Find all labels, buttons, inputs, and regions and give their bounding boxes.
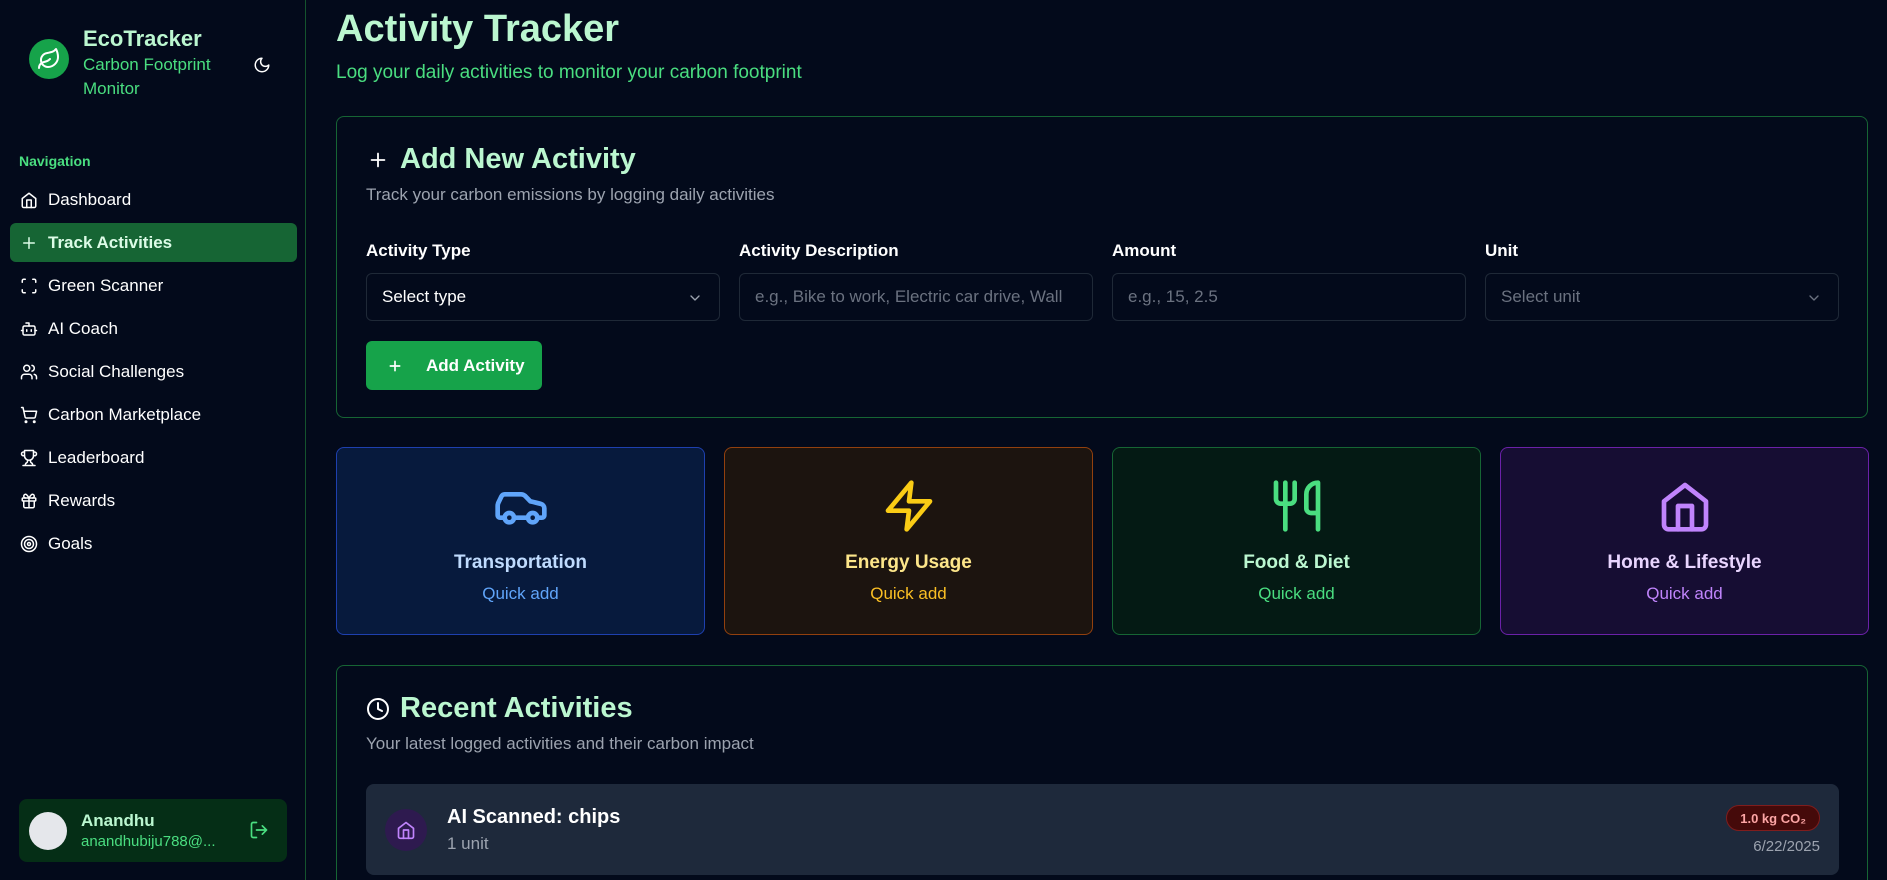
quick-add-subtitle: Quick add <box>482 584 559 603</box>
utensils-icon <box>1269 478 1325 534</box>
page-title: Activity Tracker <box>336 8 620 50</box>
unit-select[interactable]: Select unit <box>1485 273 1839 321</box>
user-card: Anandhu anandhubiju788@... <box>19 799 287 862</box>
quick-add-subtitle: Quick add <box>870 584 947 603</box>
quick-add-subtitle: Quick add <box>1646 584 1723 603</box>
user-email: anandhubiju788@... <box>81 832 216 850</box>
plus-icon <box>19 233 39 253</box>
home-icon <box>385 809 427 851</box>
sidebar-item-label: Carbon Marketplace <box>48 404 202 424</box>
sidebar-item-label: Social Challenges <box>48 361 185 381</box>
activity-amount: 1 unit <box>447 834 489 853</box>
activity-description-placeholder: e.g., Bike to work, Electric car drive, … <box>755 287 1063 306</box>
quick-add-title: Energy Usage <box>845 552 972 573</box>
plus-icon <box>366 148 390 172</box>
list-item[interactable]: AI Scanned: chips 1 unit 1.0 kg CO₂ 6/22… <box>366 784 1839 875</box>
activity-title: AI Scanned: chips <box>447 806 621 828</box>
quick-add-title: Home & Lifestyle <box>1607 552 1762 573</box>
add-activity-title: Add New Activity <box>366 143 636 176</box>
activity-type-field: Activity Type Select type <box>366 241 720 321</box>
home-icon <box>1657 478 1713 534</box>
unit-placeholder: Select unit <box>1501 287 1581 306</box>
recent-activities-title: Recent Activities <box>366 692 633 725</box>
activity-description-field: Activity Description e.g., Bike to work,… <box>739 241 1093 321</box>
chevron-down-icon <box>690 295 700 301</box>
bot-icon <box>19 319 39 339</box>
avatar <box>29 811 67 850</box>
chevron-down-icon <box>1809 295 1819 301</box>
sidebar-item-dashboard[interactable]: Dashboard <box>10 180 297 219</box>
activity-type-select[interactable]: Select type <box>366 273 720 321</box>
activity-description-label: Activity Description <box>739 241 899 260</box>
sidebar-item-label: Green Scanner <box>48 275 164 295</box>
sidebar-item-label: AI Coach <box>48 318 118 338</box>
add-activity-description: Track your carbon emissions by logging d… <box>366 185 775 204</box>
nav-heading: Navigation <box>19 153 91 169</box>
recent-activities-title-text: Recent Activities <box>400 692 633 724</box>
sidebar-item-ai-coach[interactable]: AI Coach <box>10 309 297 348</box>
quick-add-energy-usage[interactable]: Energy Usage Quick add <box>724 447 1093 635</box>
add-activity-card: Add New Activity Track your carbon emiss… <box>336 116 1868 418</box>
add-activity-button[interactable]: Add Activity <box>366 341 542 390</box>
zap-icon <box>881 478 937 534</box>
clock-icon <box>366 697 390 721</box>
quick-add-food-diet[interactable]: Food & Diet Quick add <box>1112 447 1481 635</box>
home-icon <box>19 190 39 210</box>
plus-icon <box>386 357 404 375</box>
activity-type-value: Select type <box>382 287 467 306</box>
brand-subtitle: Carbon Footprint Monitor <box>83 55 211 98</box>
amount-field: Amount e.g., 15, 2.5 <box>1112 241 1466 321</box>
quick-add-title: Food & Diet <box>1243 552 1350 573</box>
sidebar-item-label: Leaderboard <box>48 447 145 467</box>
quick-add-home-lifestyle[interactable]: Home & Lifestyle Quick add <box>1500 447 1869 635</box>
sidebar-item-rewards[interactable]: Rewards <box>10 481 297 520</box>
sidebar-item-label: Track Activities <box>48 232 173 252</box>
sidebar-item-track-activities[interactable]: Track Activities <box>10 223 297 262</box>
recent-activities-description: Your latest logged activities and their … <box>366 734 754 753</box>
sidebar-item-green-scanner[interactable]: Green Scanner <box>10 266 297 305</box>
sidebar-item-label: Dashboard <box>48 189 132 209</box>
theme-toggle-button[interactable] <box>250 53 274 77</box>
sidebar-item-label: Rewards <box>48 490 116 510</box>
sidebar-item-goals[interactable]: Goals <box>10 524 297 563</box>
unit-field: Unit Select unit <box>1485 241 1839 321</box>
amount-placeholder: e.g., 15, 2.5 <box>1128 287 1218 306</box>
page-subtitle: Log your daily activities to monitor you… <box>336 62 802 83</box>
user-name: Anandhu <box>81 810 155 830</box>
activity-type-label: Activity Type <box>366 241 471 260</box>
leaf-icon <box>29 39 69 79</box>
amount-label: Amount <box>1112 241 1177 260</box>
brand: EcoTracker Carbon Footprint Monitor <box>29 26 233 101</box>
quick-add-subtitle: Quick add <box>1258 584 1335 603</box>
sidebar-item-label: Goals <box>48 533 93 553</box>
sidebar: EcoTracker Carbon Footprint Monitor Navi… <box>0 0 306 880</box>
logout-icon <box>250 821 268 839</box>
sidebar-item-social-challenges[interactable]: Social Challenges <box>10 352 297 391</box>
trophy-icon <box>19 448 39 468</box>
sidebar-nav: Dashboard Track Activities Green Scanner… <box>10 180 297 567</box>
co2-badge: 1.0 kg CO₂ <box>1726 805 1820 831</box>
cart-icon <box>19 405 39 425</box>
quick-add-title: Transportation <box>453 552 587 573</box>
brand-title: EcoTracker <box>83 26 202 51</box>
users-icon <box>19 362 39 382</box>
sidebar-item-carbon-marketplace[interactable]: Carbon Marketplace <box>10 395 297 434</box>
moon-icon <box>254 57 270 73</box>
quick-add-transportation[interactable]: Transportation Quick add <box>336 447 705 635</box>
amount-input[interactable]: e.g., 15, 2.5 <box>1112 273 1466 321</box>
target-icon <box>19 534 39 554</box>
add-activity-title-text: Add New Activity <box>400 143 636 175</box>
car-icon <box>493 478 549 534</box>
gift-icon <box>19 491 39 511</box>
logout-button[interactable] <box>249 820 271 842</box>
activity-description-input[interactable]: e.g., Bike to work, Electric car drive, … <box>739 273 1093 321</box>
activity-date: 6/22/2025 <box>1753 838 1820 855</box>
sidebar-item-leaderboard[interactable]: Leaderboard <box>10 438 297 477</box>
unit-label: Unit <box>1485 241 1519 260</box>
recent-activities-card: Recent Activities Your latest logged act… <box>336 665 1868 880</box>
add-activity-button-label: Add Activity <box>426 355 525 375</box>
scan-icon <box>19 276 39 296</box>
